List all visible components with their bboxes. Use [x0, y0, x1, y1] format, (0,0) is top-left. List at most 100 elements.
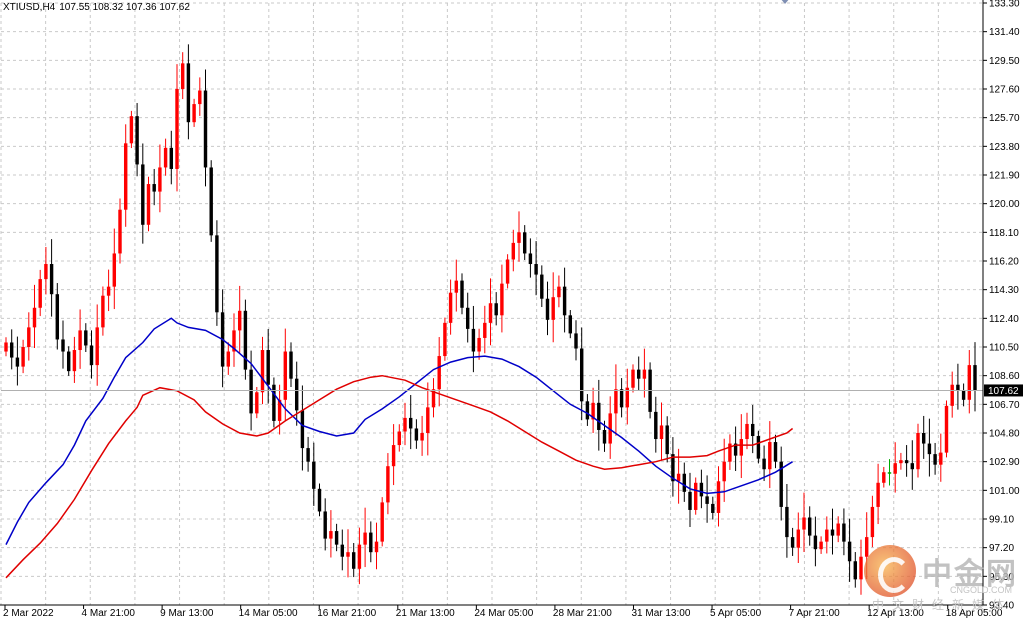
candle-body — [568, 315, 573, 334]
candle-body — [545, 298, 550, 320]
candle-body — [101, 295, 105, 328]
candle-body — [665, 425, 669, 455]
candle-body — [636, 369, 641, 379]
y-tick-label: 125.70 — [989, 113, 1020, 124]
y-tick-label: 112.40 — [989, 314, 1019, 325]
chart-header: XTIUSD,H4 107.55 108.32 107.36 107.62 — [3, 2, 190, 13]
candle-body — [226, 351, 231, 367]
candle-body — [180, 63, 185, 89]
watermark-logo: 中金网 CNGOLD.COM 中文财经新媒体 — [864, 545, 1024, 613]
candle-body — [716, 481, 721, 513]
candle-body — [448, 292, 453, 323]
candle-body — [300, 410, 305, 449]
candle-body — [745, 423, 749, 440]
candle-body — [505, 259, 510, 284]
candle-body — [585, 401, 590, 420]
candle-body — [973, 365, 977, 391]
candle-body — [870, 506, 875, 538]
candle-body — [682, 473, 687, 492]
candle-body — [346, 552, 350, 557]
candle-body — [574, 333, 578, 349]
x-tick-label: 4 Mar 21:00 — [82, 608, 136, 619]
candle-body — [921, 433, 926, 444]
last-price-label: 107.62 — [988, 386, 1019, 397]
candle-body — [306, 448, 310, 462]
candle-body — [899, 460, 903, 464]
candle-body — [15, 357, 20, 367]
candle-body — [488, 303, 493, 323]
x-tick-label: 31 Mar 13:00 — [631, 608, 690, 619]
y-tick-label: 108.60 — [989, 371, 1020, 382]
candle-body — [887, 472, 892, 474]
candle-body — [21, 347, 25, 367]
candle-body — [522, 232, 527, 254]
candle-body — [483, 322, 487, 338]
x-tick-label: 16 Mar 21:00 — [317, 608, 376, 619]
candle-body — [853, 561, 858, 580]
candle-body — [175, 89, 179, 169]
x-tick-label: 2 Mar 2022 — [3, 608, 54, 619]
candle-body — [146, 184, 151, 225]
candle-body — [32, 307, 37, 328]
candle-body — [882, 472, 886, 483]
y-tick-label: 123.80 — [989, 142, 1020, 153]
candle-body — [699, 482, 704, 497]
candle-body — [78, 330, 82, 351]
candle-body — [773, 442, 778, 462]
candle-body — [215, 235, 219, 313]
candle-body — [893, 463, 897, 474]
candle-body — [654, 411, 658, 440]
candle-body — [528, 253, 533, 265]
candle-body — [426, 407, 430, 433]
candle-body — [9, 342, 14, 358]
candle-body — [323, 511, 327, 539]
x-tick-label: 9 Mar 13:00 — [160, 608, 214, 619]
candle-body — [830, 529, 835, 536]
candle-body — [163, 147, 168, 168]
candle-body — [825, 529, 829, 542]
candle-body — [118, 209, 122, 254]
candle-body — [203, 90, 208, 168]
candle-body — [762, 458, 766, 470]
candle-body — [796, 529, 801, 548]
candle-body — [363, 532, 367, 545]
candle-body — [198, 90, 202, 105]
logo-emblem-icon — [864, 545, 916, 597]
candle-body — [916, 433, 920, 470]
candle-body — [38, 279, 42, 308]
candle-body — [454, 280, 459, 293]
candle-body — [95, 327, 99, 366]
candle-body — [249, 369, 253, 414]
candle-body — [237, 310, 242, 331]
price-chart[interactable]: 133.30 131.40 129.50 127.60 125.70 123.80 121.… — [0, 0, 1025, 620]
candle-body — [27, 327, 31, 347]
shift-marker-icon[interactable] — [780, 0, 790, 4]
candle-body — [705, 496, 709, 504]
candle-body — [329, 531, 333, 539]
candle-body — [357, 544, 362, 569]
candle-body — [158, 167, 162, 192]
candle-body — [551, 297, 555, 320]
candle-body — [374, 541, 379, 553]
candle-body — [597, 402, 601, 430]
candle-body — [391, 445, 396, 467]
y-tick-label: 127.60 — [989, 85, 1020, 96]
candle-body — [619, 389, 624, 408]
y-tick-label: 106.70 — [989, 400, 1020, 411]
candle-body — [192, 104, 196, 123]
x-tick-label: 5 Apr 05:00 — [710, 608, 762, 619]
candle-body — [55, 294, 60, 340]
candle-body — [511, 242, 516, 260]
candle-body — [141, 164, 145, 225]
candle-body — [351, 552, 356, 569]
candle-body — [785, 506, 789, 538]
candle-body — [819, 541, 823, 550]
candle-body — [84, 330, 88, 346]
candle-body — [397, 431, 402, 446]
candle-body — [465, 307, 470, 329]
candle-body — [807, 517, 812, 536]
candle-body — [283, 351, 288, 400]
candle-body — [676, 473, 681, 482]
candle-body — [4, 342, 8, 352]
candle-body — [169, 147, 174, 169]
